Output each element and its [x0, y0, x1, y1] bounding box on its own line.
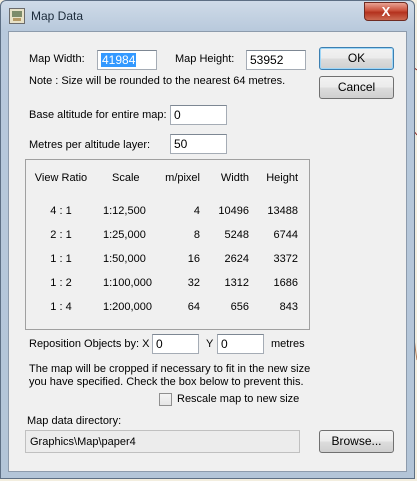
header-width: Width — [220, 172, 249, 184]
map-width-value: 41984 — [101, 53, 137, 67]
crop-note-line-1: The map will be cropped if necessary to … — [29, 363, 311, 375]
cancel-button[interactable]: Cancel — [319, 76, 394, 99]
row-ratio: 1 : 1 — [50, 253, 72, 265]
dialog-title: Map Data — [31, 9, 84, 23]
map-width-label: Map Width: — [29, 53, 85, 65]
row-width: 5248 — [224, 229, 249, 241]
view-ratio-table: View Ratio Scale m/pixel Width Height 4 … — [25, 159, 310, 330]
reposition-unit-label: metres — [271, 338, 305, 350]
row-m-per-pixel: 4 — [193, 205, 200, 217]
reposition-y-label: Y — [206, 338, 214, 350]
row-ratio: 1 : 4 — [50, 301, 72, 313]
ok-button[interactable]: OK — [319, 47, 394, 70]
row-m-per-pixel: 16 — [187, 253, 200, 265]
row-height: 3372 — [273, 253, 298, 265]
row-height: 843 — [279, 301, 298, 313]
row-ratio: 2 : 1 — [50, 229, 72, 241]
reposition-x-input[interactable]: 0 — [152, 334, 199, 354]
header-height: Height — [266, 172, 298, 184]
metres-per-layer-input[interactable]: 50 — [170, 134, 227, 154]
map-width-input[interactable]: 41984 — [97, 50, 157, 70]
base-altitude-label: Base altitude for entire map: — [29, 109, 167, 121]
map-dir-field: Graphics\Map\paper4 — [25, 430, 300, 453]
row-width: 10496 — [218, 205, 249, 217]
row-m-per-pixel: 8 — [193, 229, 200, 241]
row-scale: 1:100,000 — [103, 277, 152, 289]
header-view-ratio: View Ratio — [34, 172, 88, 184]
dialog-body: Map Width: 41984 Map Height: 53952 Note … — [8, 31, 407, 472]
row-m-per-pixel: 32 — [187, 277, 200, 289]
rescale-checkbox[interactable] — [159, 393, 172, 406]
row-width: 656 — [230, 301, 249, 313]
map-app-icon — [9, 8, 25, 24]
rescale-checkbox-label[interactable]: Rescale map to new size — [177, 393, 299, 405]
row-ratio: 1 : 2 — [50, 277, 72, 289]
header-m-per-pixel: m/pixel — [165, 172, 200, 184]
row-width: 1312 — [224, 277, 249, 289]
reposition-label: Reposition Objects by: X — [29, 338, 150, 350]
row-scale: 1:25,000 — [103, 229, 146, 241]
close-icon[interactable]: X — [364, 2, 408, 21]
map-data-dialog: Map Data X Map Width: 41984 Map Height: … — [0, 0, 415, 479]
crop-note-line-2: you have specified. Check the box below … — [29, 376, 304, 388]
row-m-per-pixel: 64 — [187, 301, 200, 313]
row-height: 6744 — [273, 229, 298, 241]
row-width: 2624 — [224, 253, 249, 265]
row-scale: 1:50,000 — [103, 253, 146, 265]
map-dir-label: Map data directory: — [27, 415, 122, 427]
row-height: 1686 — [273, 277, 298, 289]
size-rounding-note: Note : Size will be rounded to the neare… — [29, 75, 286, 87]
metres-per-layer-label: Metres per altitude layer: — [29, 139, 151, 151]
title-bar[interactable]: Map Data X — [1, 1, 414, 31]
row-scale: 1:200,000 — [103, 301, 152, 313]
reposition-y-input[interactable]: 0 — [217, 334, 264, 354]
map-height-input[interactable]: 53952 — [246, 50, 306, 70]
base-altitude-input[interactable]: 0 — [170, 105, 227, 125]
browse-button[interactable]: Browse... — [319, 430, 394, 453]
map-height-label: Map Height: — [175, 53, 235, 65]
row-ratio: 4 : 1 — [50, 205, 72, 217]
row-height: 13488 — [267, 205, 298, 217]
row-scale: 1:12,500 — [103, 205, 146, 217]
